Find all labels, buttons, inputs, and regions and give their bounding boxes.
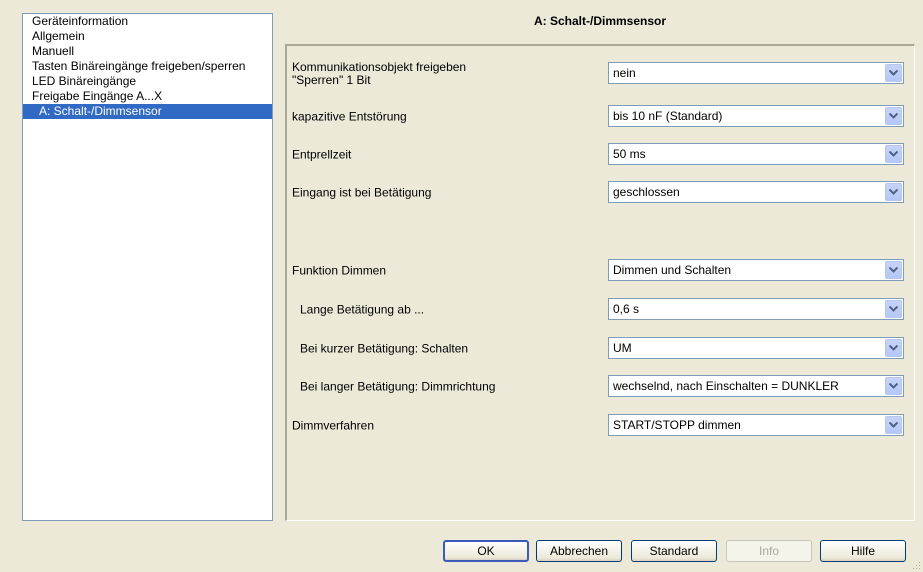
select-value: geschlossen [613,185,680,199]
dimmrichtung-select[interactable]: wechselnd, nach Einschalten = DUNKLER [608,375,904,397]
chevron-down-icon[interactable] [885,377,902,395]
funktion-dimmen-select[interactable]: Dimmen und Schalten [608,259,904,281]
chevron-down-icon[interactable] [885,339,902,357]
chevron-down-icon[interactable] [885,183,902,201]
entstoerung-select[interactable]: bis 10 nF (Standard) [608,105,904,127]
parameter-panel: Kommunikationsobjekt freigeben "Sperren"… [285,44,915,521]
info-button[interactable]: Info [726,540,812,562]
dimmverfahren-select[interactable]: START/STOPP dimmen [608,414,904,436]
param-label: Bei langer Betätigung: Dimmrichtung [300,379,496,394]
param-label: kapazitive Entstörung [292,109,407,124]
select-value: 50 ms [613,147,646,161]
standard-button[interactable]: Standard [631,540,717,562]
param-row-eingang: Eingang ist bei Betätigung geschlossen [287,181,915,205]
param-row-entstoerung: kapazitive Entstörung bis 10 nF (Standar… [287,105,915,129]
select-value: START/STOPP dimmen [613,418,741,432]
tree-item-led-binaereingaenge[interactable]: LED Binäreingänge [23,74,272,89]
param-label: Eingang ist bei Betätigung [292,185,432,200]
select-value: 0,6 s [613,302,640,316]
param-label: Entprellzeit [292,147,352,162]
param-label: Kommunikationsobjekt freigeben "Sperren"… [292,61,466,87]
param-row-dimmverfahren: Dimmverfahren START/STOPP dimmen [287,414,915,438]
param-row-kurze-betaetigung: Bei kurzer Betätigung: Schalten UM [287,337,915,361]
sperren-select[interactable]: nein [608,62,904,84]
param-label-line2: "Sperren" 1 Bit [292,73,371,87]
kurze-betaetigung-select[interactable]: UM [608,337,904,359]
chevron-down-icon[interactable] [885,145,902,163]
tree-item-schalt-dimmsensor[interactable]: A: Schalt-/Dimmsensor [23,104,272,119]
resize-grip-icon[interactable] [911,560,921,570]
tree-item-tasten-binaereingaenge[interactable]: Tasten Binäreingänge freigeben/sperren [23,59,272,74]
param-label: Dimmverfahren [292,418,375,433]
select-value: UM [613,341,632,355]
ok-button[interactable]: OK [443,540,529,562]
select-value: nein [613,66,636,80]
chevron-down-icon[interactable] [885,64,902,82]
lange-betaetigung-select[interactable]: 0,6 s [608,298,904,320]
param-row-funktion-dimmen: Funktion Dimmen Dimmen und Schalten [287,259,915,283]
param-label: Bei kurzer Betätigung: Schalten [300,341,469,356]
tree-item-allgemein[interactable]: Allgemein [23,29,272,44]
chevron-down-icon[interactable] [885,300,902,318]
chevron-down-icon[interactable] [885,416,902,434]
help-button[interactable]: Hilfe [820,540,906,562]
param-row-dimmrichtung: Bei langer Betätigung: Dimmrichtung wech… [287,375,915,399]
tree-item-geraeteinformation[interactable]: Geräteinformation [23,14,272,29]
select-value: wechselnd, nach Einschalten = DUNKLER [613,379,839,393]
tree-item-freigabe-eingaenge[interactable]: Freigabe Eingänge A...X [23,89,272,104]
tree-item-manuell[interactable]: Manuell [23,44,272,59]
chevron-down-icon[interactable] [885,107,902,125]
parameter-tree: Geräteinformation Allgemein Manuell Tast… [22,13,273,521]
param-label: Lange Betätigung ab ... [300,302,425,317]
select-value: Dimmen und Schalten [613,263,732,277]
chevron-down-icon[interactable] [885,261,902,279]
panel-title: A: Schalt-/Dimmsensor [533,14,667,28]
select-value: bis 10 nF (Standard) [613,109,723,123]
param-row-entprellzeit: Entprellzeit 50 ms [287,143,915,167]
param-row-lange-betaetigung: Lange Betätigung ab ... 0,6 s [287,298,915,322]
param-row-sperren: Kommunikationsobjekt freigeben "Sperren"… [287,61,915,87]
eingang-select[interactable]: geschlossen [608,181,904,203]
cancel-button[interactable]: Abbrechen [536,540,622,562]
param-label: Funktion Dimmen [292,263,387,278]
entprellzeit-select[interactable]: 50 ms [608,143,904,165]
